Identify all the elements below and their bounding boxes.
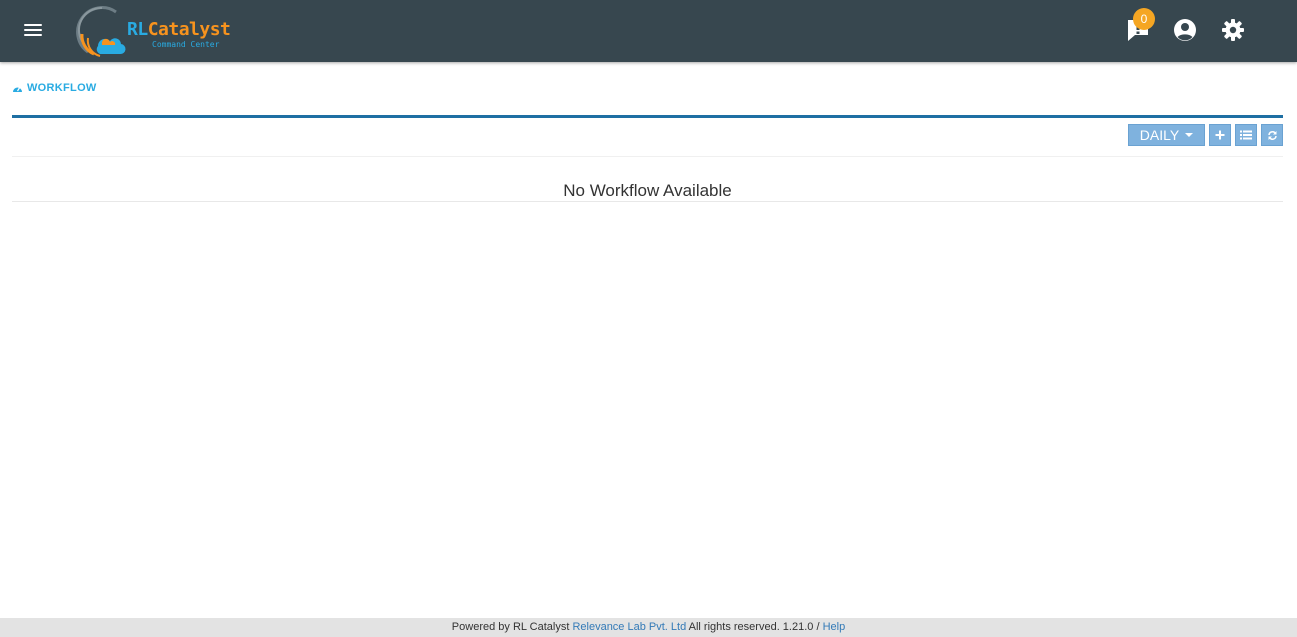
settings-icon[interactable] — [1219, 16, 1247, 44]
logo-text-catalyst: Catalyst — [147, 19, 231, 40]
footer-help-link[interactable]: Help — [823, 621, 846, 633]
workflow-toolbar: DAILY — [1128, 124, 1283, 146]
daily-dropdown-label: DAILY — [1139, 127, 1180, 143]
list-icon — [1240, 130, 1252, 140]
logo-text-rl: RL — [127, 19, 148, 40]
footer: Powered by RL Catalyst Relevance Lab Pvt… — [0, 618, 1297, 637]
footer-powered-by: Powered by RL Catalyst — [451, 621, 570, 633]
footer-rights: All rights reserved. 1.21.0 / — [688, 621, 820, 633]
menu-icon[interactable] — [20, 17, 46, 43]
dashboard-icon — [13, 86, 22, 92]
rlcatalyst-logo[interactable]: RLCatalyst Command Center — [76, 4, 231, 58]
list-view-button[interactable] — [1235, 124, 1257, 146]
caret-down-icon — [1185, 133, 1194, 137]
page-title-text: WORKFLOW — [27, 82, 97, 94]
logo-subtitle: Command Center — [152, 40, 220, 49]
daily-dropdown-button[interactable]: DAILY — [1128, 124, 1205, 146]
logo-text: RLCatalyst — [127, 19, 231, 40]
add-workflow-button[interactable] — [1209, 124, 1231, 146]
panel-divider — [12, 156, 1283, 157]
refresh-icon — [1267, 130, 1277, 140]
user-account-icon[interactable] — [1171, 16, 1199, 44]
page-title: WORKFLOW — [12, 81, 97, 95]
workflow-panel: DAILY No Workflow Available — [12, 115, 1283, 202]
notification-count-badge: 0 — [1133, 8, 1155, 30]
plus-icon — [1215, 130, 1225, 140]
top-navbar: RLCatalyst Command Center 0 — [0, 0, 1297, 62]
footer-company-link[interactable]: Relevance Lab Pvt. Ltd — [572, 621, 686, 633]
empty-state-message: No Workflow Available — [563, 181, 732, 200]
refresh-button[interactable] — [1261, 124, 1283, 146]
